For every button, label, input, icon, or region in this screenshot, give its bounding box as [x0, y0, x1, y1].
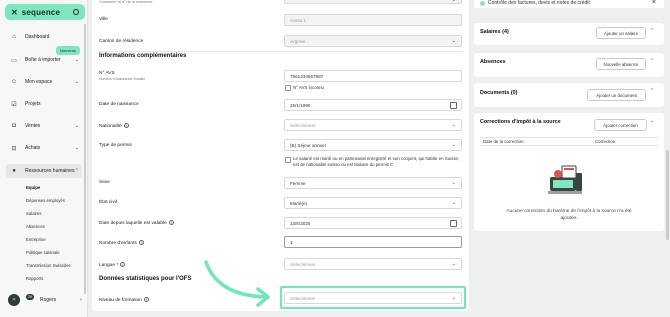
chevron-down-icon[interactable]: ⌄ [650, 118, 654, 124]
add-correction-button[interactable]: Ajouter correction [594, 119, 647, 131]
corrections-card: Corrections d'impôt à la source Ajouter … [474, 113, 664, 231]
salaires-card: Salaires (4) Ajouter un salaire ⌃ [474, 23, 664, 45]
col-correction-header: Correction [595, 139, 616, 144]
add-document-button[interactable]: Ajouter un document [587, 89, 646, 101]
salaires-title: Salaires (4) [480, 29, 509, 35]
divider [480, 145, 658, 146]
documents-title: Documents (0) [480, 90, 518, 96]
chevron-up-icon[interactable]: ⌃ [650, 28, 654, 34]
empty-state-illustration-icon [548, 165, 582, 194]
divider [480, 137, 658, 138]
task-item[interactable]: Contrôle des factures, devis et notes de… [474, 0, 664, 8]
right-panel-scrollbar[interactable] [666, 150, 669, 240]
new-absence-button[interactable]: Nouvelle absence [596, 58, 646, 70]
absences-title: Absences [480, 59, 506, 65]
corrections-title: Corrections d'impôt à la source [480, 119, 561, 125]
status-dot-icon [480, 1, 485, 6]
task-label: Contrôle des factures, devis et notes de… [488, 0, 590, 6]
add-salary-button[interactable]: Ajouter un salaire [596, 27, 646, 39]
empty-state-message: Aucune correction du barème de l'impôt à… [506, 209, 632, 221]
chevron-up-icon[interactable]: ⌃ [650, 88, 654, 94]
close-icon[interactable]: × [652, 0, 656, 6]
col-date-header: Date de la correction [483, 139, 524, 144]
absences-card: Absences Nouvelle absence ⌃ [474, 53, 664, 77]
documents-card: Documents (0) Ajouter un document ⌃ [474, 83, 664, 107]
chevron-up-icon[interactable]: ⌃ [650, 58, 654, 64]
